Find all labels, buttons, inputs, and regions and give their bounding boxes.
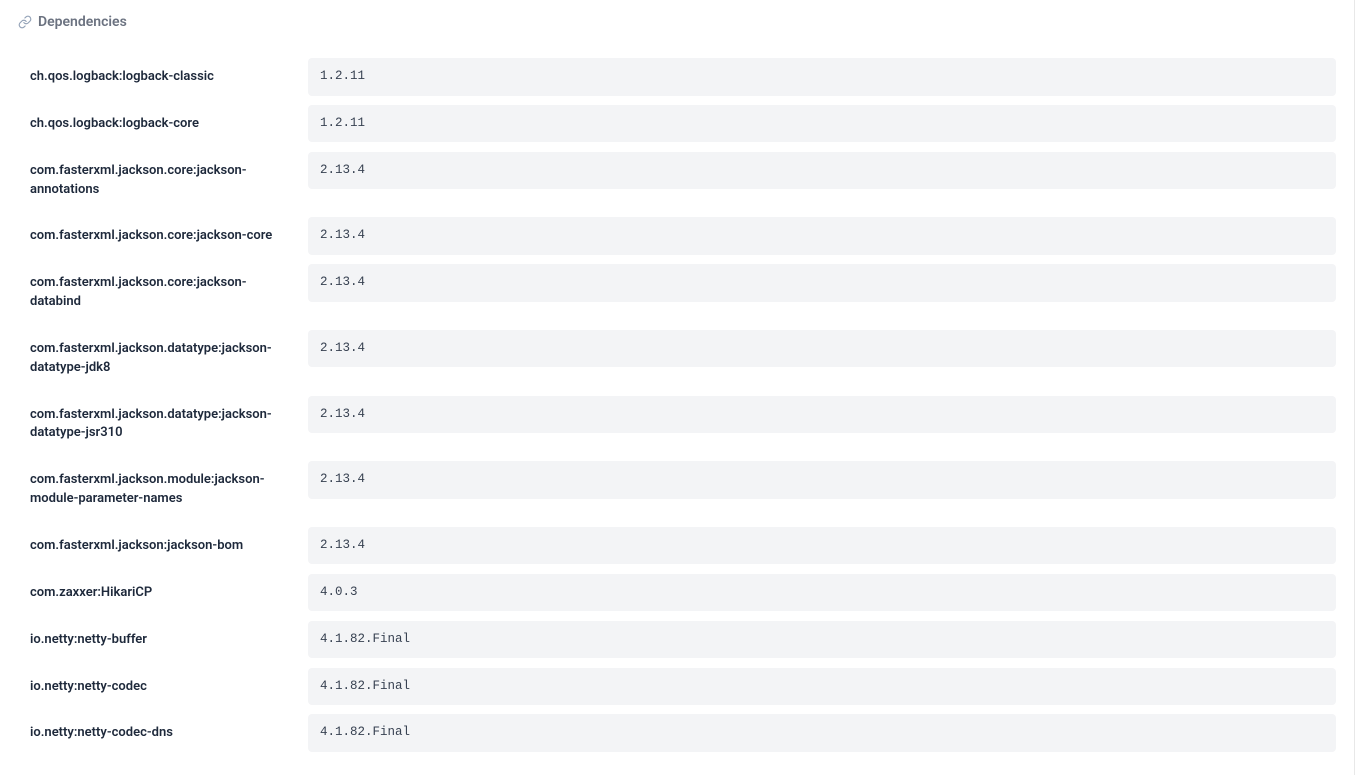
dependency-row: com.fasterxml.jackson.core:jackson-core 2… — [30, 217, 1336, 256]
dependency-version: 2.13.4 — [308, 527, 1336, 565]
dependency-name: io.netty:netty-buffer — [30, 621, 292, 660]
dependency-version: 2.13.4 — [308, 461, 1336, 499]
dependency-row: com.fasterxml.jackson:jackson-bom 2.13.4 — [30, 527, 1336, 566]
dependency-name: com.fasterxml.jackson.module:jackson-mod… — [30, 461, 292, 519]
dependency-name: com.fasterxml.jackson.core:jackson-datab… — [30, 264, 292, 322]
dependency-row: ch.qos.logback:logback-classic 1.2.11 — [30, 58, 1336, 97]
dependency-version: 4.1.82.Final — [308, 668, 1336, 706]
dependency-row: ch.qos.logback:logback-core 1.2.11 — [30, 105, 1336, 144]
dependencies-panel: Dependencies ch.qos.logback:logback-clas… — [0, 0, 1355, 775]
dependency-row: io.netty:netty-codec-dns 4.1.82.Final — [30, 714, 1336, 753]
dependency-version: 2.13.4 — [308, 396, 1336, 434]
dependency-version: 2.13.4 — [308, 152, 1336, 190]
section-header: Dependencies — [18, 14, 1336, 30]
dependency-version: 1.2.11 — [308, 105, 1336, 143]
dependency-version: 2.13.4 — [308, 264, 1336, 302]
dependency-version: 2.13.4 — [308, 330, 1336, 368]
dependency-row: com.fasterxml.jackson.core:jackson-datab… — [30, 264, 1336, 322]
dependency-version: 1.2.11 — [308, 58, 1336, 96]
dependency-row: com.fasterxml.jackson.datatype:jackson-d… — [30, 396, 1336, 454]
dependency-name: ch.qos.logback:logback-classic — [30, 58, 292, 97]
dependency-name: com.fasterxml.jackson.datatype:jackson-d… — [30, 330, 292, 388]
dependency-row: com.fasterxml.jackson.module:jackson-mod… — [30, 461, 1336, 519]
dependency-name: com.fasterxml.jackson.datatype:jackson-d… — [30, 396, 292, 454]
dependency-row: io.netty:netty-codec 4.1.82.Final — [30, 668, 1336, 707]
dependencies-list: ch.qos.logback:logback-classic1.2.11ch.q… — [18, 58, 1336, 753]
section-title: Dependencies — [38, 14, 127, 30]
dependency-row: com.fasterxml.jackson.datatype:jackson-d… — [30, 330, 1336, 388]
dependency-name: io.netty:netty-codec — [30, 668, 292, 707]
dependency-name: com.fasterxml.jackson.core:jackson-annot… — [30, 152, 292, 210]
dependency-row: io.netty:netty-buffer4.1.82.Final — [30, 621, 1336, 660]
dependency-row: com.zaxxer:HikariCP 4.0.3 — [30, 574, 1336, 613]
dependency-version: 4.1.82.Final — [308, 714, 1336, 752]
link-icon — [18, 15, 32, 29]
dependency-row: com.fasterxml.jackson.core:jackson-annot… — [30, 152, 1336, 210]
dependency-name: com.fasterxml.jackson.core:jackson-core — [30, 217, 292, 256]
dependency-name: com.zaxxer:HikariCP — [30, 574, 292, 613]
dependency-version: 2.13.4 — [308, 217, 1336, 255]
dependency-name: ch.qos.logback:logback-core — [30, 105, 292, 144]
dependency-version: 4.0.3 — [308, 574, 1336, 612]
dependency-name: com.fasterxml.jackson:jackson-bom — [30, 527, 292, 566]
dependency-name: io.netty:netty-codec-dns — [30, 714, 292, 753]
